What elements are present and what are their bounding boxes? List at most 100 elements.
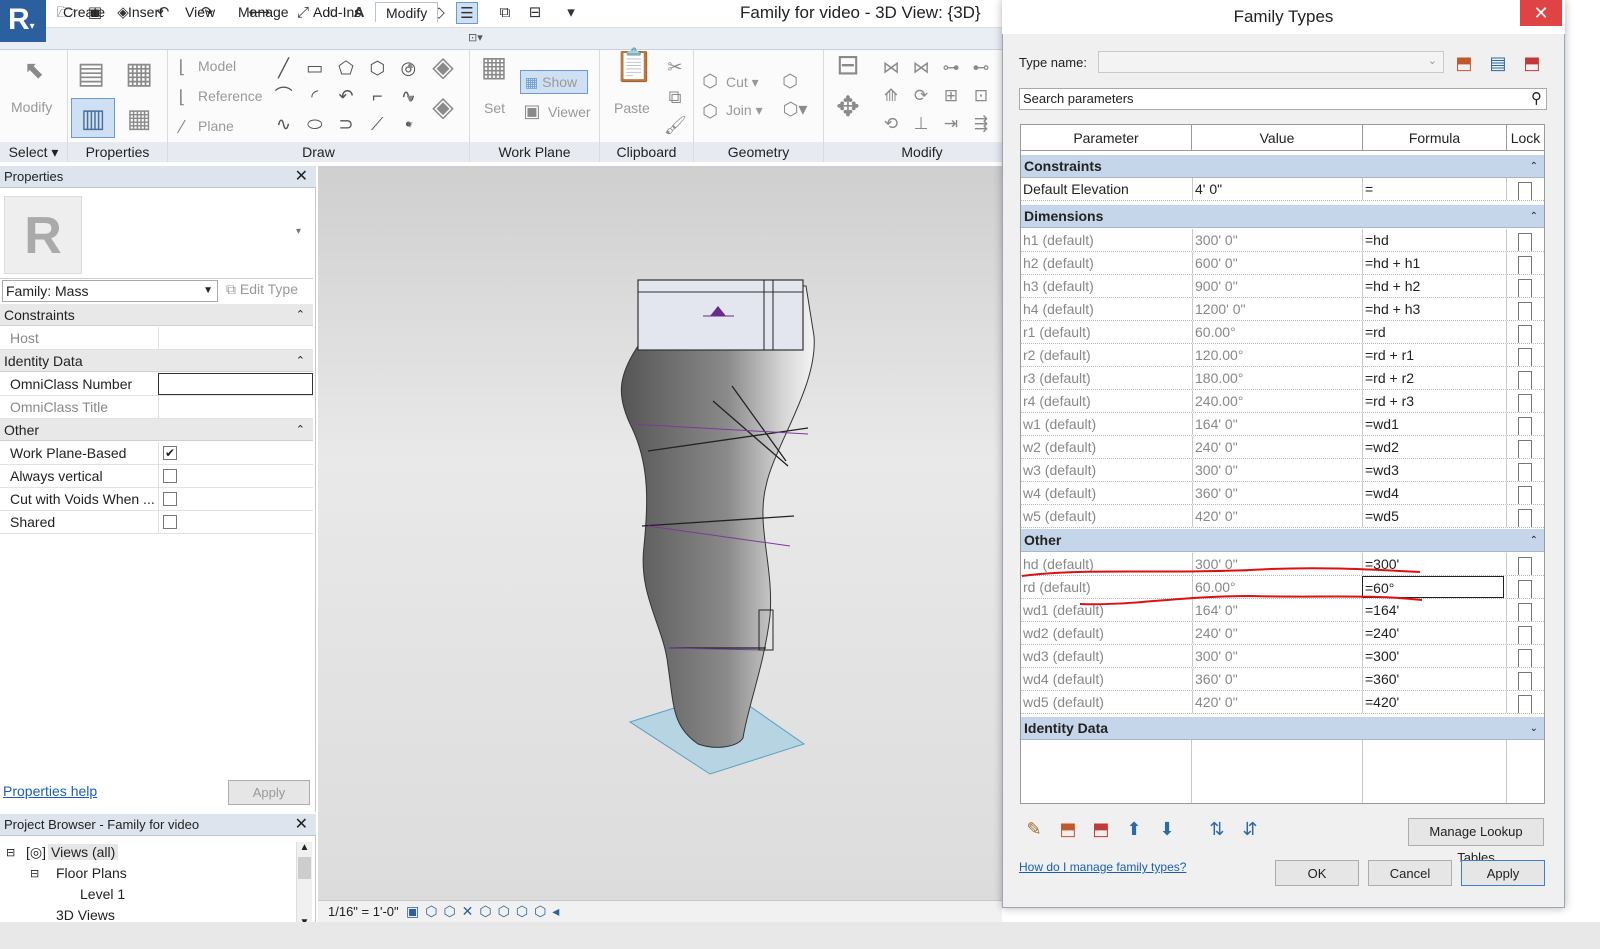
lock-checkbox[interactable] [1518,302,1532,320]
cut-geometry-icon[interactable]: ⬡ [700,70,720,92]
parameter-value[interactable]: 300' 0" [1192,459,1360,481]
split-icon[interactable]: ⊶ [936,54,966,82]
parameter-value[interactable]: 240' 0" [1192,622,1360,644]
match-type-icon[interactable]: 🖌 [664,114,687,136]
collapse-icon[interactable]: ⊟ [6,846,15,859]
set-workplane-icon[interactable]: ▦ [478,53,510,90]
tree-item-floor-plans[interactable]: Floor Plans [56,865,127,881]
app-menu-logo[interactable]: R▾ [0,0,46,42]
tangent-arc-icon[interactable]: ↶ [330,82,361,110]
move-icon[interactable]: ✥ [830,93,866,136]
parameter-formula[interactable]: = [1362,178,1504,200]
split-gap-icon[interactable]: ⊷ [966,54,996,82]
parameter-value[interactable]: 900' 0" [1192,275,1360,297]
lock-checkbox[interactable] [1518,348,1532,366]
polygon-icon[interactable]: ⬠ [330,54,361,82]
paint-icon[interactable]: ⬡▾ [778,98,812,120]
lock-checkbox[interactable] [1518,557,1532,575]
parameter-formula[interactable]: =rd + r3 [1362,390,1504,412]
join-label[interactable]: Join ▾ [726,102,763,119]
column-header-lock[interactable]: Lock [1507,125,1544,151]
wall-joins-icon[interactable]: ⬡ [778,70,802,92]
help-link[interactable]: How do I manage family types? [1019,860,1186,874]
parameter-formula[interactable]: =300' [1362,645,1504,667]
parameter-value[interactable]: 1200' 0" [1192,298,1360,320]
tab-manage[interactable]: Manage [238,2,289,22]
work-plane-based-checkbox[interactable]: ✔ [163,446,177,460]
always-vertical-checkbox[interactable] [163,469,177,483]
tab-add-ins[interactable]: Add-Ins [313,2,361,22]
paste-icon[interactable]: 📋 [614,49,654,96]
family-types-icon[interactable]: ▤ [72,52,110,96]
identity-data-group[interactable]: Identity Data ⌄ [1021,717,1544,740]
plane-icon[interactable]: ⁄ [172,116,192,138]
fillet-arc-icon[interactable]: ⌐ [362,82,393,110]
parameter-value[interactable]: 240.00° [1192,390,1360,412]
parameter-value[interactable]: 600' 0" [1192,252,1360,274]
constraints-section[interactable]: Constraints ⌃ [0,304,313,326]
shared-checkbox[interactable] [163,515,177,529]
ok-button[interactable]: OK [1275,860,1359,886]
parameter-value[interactable]: 420' 0" [1192,691,1360,713]
parameter-formula[interactable]: =hd + h2 [1362,275,1504,297]
parameter-value[interactable]: 300' 0" [1192,229,1360,251]
lock-checkbox[interactable] [1518,233,1532,251]
properties-apply-button[interactable]: Apply [228,780,310,805]
new-parameter-icon[interactable]: ⬒ [1056,818,1080,840]
set-label[interactable]: Set [484,100,505,116]
lock-checkbox[interactable] [1518,603,1532,621]
parameter-formula[interactable]: =hd + h1 [1362,252,1504,274]
delete-type-icon[interactable]: ⬒ [1520,52,1544,74]
rename-type-icon[interactable]: ▤ [1486,52,1510,74]
cut-with-voids-checkbox[interactable] [163,492,177,506]
show-workplane-button[interactable]: ▦ Show [520,70,588,94]
lock-checkbox[interactable] [1518,256,1532,274]
parameter-value[interactable]: 120.00° [1192,344,1360,366]
partial-ellipse-icon[interactable]: ⬭ [299,110,330,138]
type-name-select[interactable]: ⌄ [1098,51,1444,73]
parameter-value[interactable]: 60.00° [1192,321,1360,343]
dimension-icon[interactable]: ⤢ [292,2,314,24]
offset-icon[interactable]: ⟰ [876,82,906,110]
column-header-parameter[interactable]: Parameter [1021,125,1192,151]
model-line-icon[interactable]: ⌊ [172,56,192,78]
lock-checkbox[interactable] [1518,672,1532,690]
gallery-expand-icon[interactable]: ▿ [402,114,418,136]
lock-checkbox[interactable] [1518,325,1532,343]
model-label[interactable]: Model [198,58,236,74]
lock-checkbox[interactable] [1518,371,1532,389]
mirror-axis-icon[interactable]: ⋈ [876,54,906,82]
trim-extend-icon[interactable]: ⇥ [936,110,966,138]
align-icon[interactable]: ⊟ [830,51,866,94]
delete-parameter-icon[interactable]: ⬒ [1089,818,1113,840]
tab-insert[interactable]: Insert [128,2,163,22]
ribbon-minimize-icon[interactable]: ⊡▾ [468,31,483,44]
tree-item-views[interactable]: Views (all) [48,844,119,860]
other-group[interactable]: Other ⌃ [1021,529,1544,552]
cancel-button[interactable]: Cancel [1368,860,1452,886]
properties-toggle-icon[interactable]: ▥ [71,98,115,138]
parameter-formula[interactable]: =wd1 [1362,413,1504,435]
ellipse-icon[interactable]: ∿ [268,110,299,138]
tree-item-level-1[interactable]: Level 1 [80,886,125,902]
parameter-formula[interactable]: =rd + r2 [1362,367,1504,389]
lock-checkbox[interactable] [1518,695,1532,713]
move-up-icon[interactable]: ⬆ [1122,818,1146,840]
parameter-formula[interactable]: =wd3 [1362,459,1504,481]
rectangle-icon[interactable]: ▭ [299,54,330,82]
unpin-icon[interactable]: ⇶ [966,110,996,138]
lock-checkbox[interactable] [1518,509,1532,527]
mirror-draw-icon[interactable]: ⋈ [906,54,936,82]
close-hidden-icon[interactable]: ⧉ [494,2,516,24]
edit-type-button[interactable]: ⧉ Edit Type [226,281,298,298]
parameter-formula[interactable]: =wd4 [1362,482,1504,504]
browser-scrollbar[interactable]: ▲ ▼ [296,842,312,928]
search-parameters-input[interactable]: Search parameters ⚲ [1019,88,1547,110]
cut-label[interactable]: Cut ▾ [726,74,759,91]
close-icon[interactable]: ✕ [295,814,308,836]
family-category-icon[interactable]: ▦ [120,52,158,96]
pick-lines-icon[interactable]: ⊃ [330,110,361,138]
parameter-formula[interactable]: =rd + r1 [1362,344,1504,366]
parameter-formula[interactable]: =hd + h3 [1362,298,1504,320]
line-icon[interactable]: ╱ [268,54,299,82]
